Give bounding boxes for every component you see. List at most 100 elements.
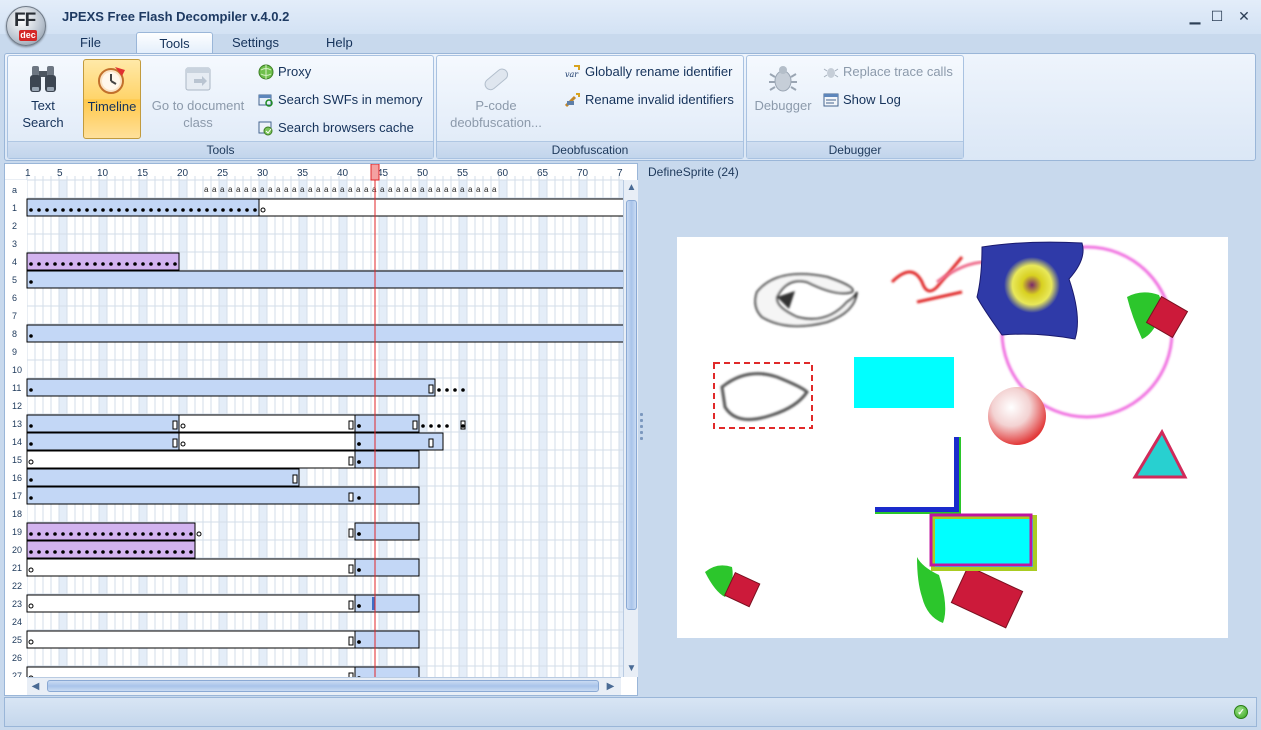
keyframe-dot	[445, 424, 449, 428]
debugger-button[interactable]: Debugger	[751, 59, 815, 139]
empty-span	[178, 414, 356, 433]
minimize-button[interactable]: ▁	[1187, 8, 1203, 24]
keyframe-dot	[173, 262, 177, 266]
action-marker: a	[292, 185, 297, 194]
sprite-stage[interactable]	[677, 237, 1228, 638]
vertical-scroll-thumb[interactable]	[626, 200, 637, 610]
ruler-column-shade	[539, 180, 547, 677]
sprite-canvas	[705, 241, 1189, 629]
browser-cache-icon	[258, 121, 273, 136]
timeline-button[interactable]: Timeline	[83, 59, 141, 139]
keyframe-dot	[357, 640, 361, 644]
keyframe-dot	[109, 532, 113, 536]
window-title: JPEXS Free Flash Decompiler v.4.0.2	[62, 9, 290, 24]
panel-splitter[interactable]	[638, 163, 646, 696]
tween-bar	[26, 486, 420, 505]
action-marker: a	[428, 185, 433, 194]
keyframe-dot	[125, 532, 129, 536]
action-marker: a	[332, 185, 337, 194]
keyframe-dot	[357, 496, 361, 500]
red-square-lower	[950, 565, 1024, 629]
text-search-button[interactable]: Text Search	[12, 59, 74, 139]
action-marker: a	[228, 185, 233, 194]
close-button[interactable]: ✕	[1236, 8, 1252, 24]
keyframe-dot	[101, 208, 105, 212]
search-cache-button[interactable]: Search browsers cache	[256, 118, 414, 138]
row-label: 21	[12, 563, 22, 573]
row-label: 10	[12, 365, 22, 375]
keyframe-dot	[141, 262, 145, 266]
action-marker: a	[460, 185, 465, 194]
empty-keyframe-dot	[28, 639, 34, 645]
keyframe-dot	[101, 262, 105, 266]
keyframe-dot	[85, 550, 89, 554]
pcode-deobfuscation-button[interactable]: P-code deobfuscation...	[441, 59, 551, 139]
keyframe-dot	[85, 532, 89, 536]
replace-trace-button[interactable]: Replace trace calls	[821, 62, 953, 82]
row-label: 5	[12, 275, 17, 285]
frame-end-marker	[348, 420, 354, 430]
timeline-horizontal-scrollbar[interactable]: ◀ ▶	[27, 677, 621, 695]
tab-tools[interactable]: Tools	[136, 32, 213, 54]
keyframe-dot	[357, 442, 361, 446]
keyframe-dot	[85, 208, 89, 212]
goto-document-class-button[interactable]: Go to document class	[148, 59, 248, 139]
replace-trace-label: Replace trace calls	[843, 64, 953, 79]
keyframe-dot	[173, 208, 177, 212]
keyframe-dot	[69, 262, 73, 266]
frame-end-marker	[348, 564, 354, 574]
scroll-right-arrow-icon[interactable]: ▶	[603, 679, 618, 694]
search-cache-label: Search browsers cache	[278, 120, 414, 135]
preview-panel	[646, 181, 1257, 696]
tab-help[interactable]: Help	[316, 32, 363, 54]
keyframe-dot	[181, 208, 185, 212]
proxy-button[interactable]: Proxy	[256, 62, 311, 82]
row-label: 12	[12, 401, 22, 411]
search-memory-button[interactable]: Search SWFs in memory	[256, 90, 422, 110]
keyframe-dot	[61, 532, 65, 536]
debugger-label: Debugger	[754, 98, 812, 113]
scroll-down-arrow-icon[interactable]: ▼	[624, 661, 639, 676]
keyframe-dot	[437, 388, 441, 392]
keyframe-dot	[453, 388, 457, 392]
timeline-vertical-scrollbar[interactable]: ▲ ▼	[623, 180, 638, 677]
row-label: 17	[12, 491, 22, 501]
keyframe-dot	[165, 262, 169, 266]
row-label: 13	[12, 419, 22, 429]
keyframe-dot	[61, 208, 65, 212]
keyframe-dot	[357, 568, 361, 572]
timeline-grid[interactable]: a123456789101112131415161718192021222324…	[5, 164, 623, 677]
rename-invalid-label: Rename invalid identifiers	[585, 92, 734, 107]
text-search-label-1: Text	[31, 98, 55, 113]
action-marker: a	[204, 185, 209, 194]
var-rename-icon: var	[565, 65, 580, 79]
tab-file[interactable]: File	[70, 32, 111, 54]
scroll-left-arrow-icon[interactable]: ◀	[28, 679, 43, 694]
horizontal-scroll-thumb[interactable]	[47, 680, 599, 692]
keyframe-dot	[69, 208, 73, 212]
keyframe-dot	[37, 208, 41, 212]
action-marker: a	[268, 185, 273, 194]
keyframe-dot	[357, 604, 361, 608]
keyframe-dot	[437, 424, 441, 428]
keyframe-dot	[29, 442, 33, 446]
frame-end-marker	[412, 420, 418, 430]
globally-rename-button[interactable]: var Globally rename identifier	[563, 62, 732, 82]
tab-settings[interactable]: Settings	[222, 32, 289, 54]
keyframe-dot	[101, 532, 105, 536]
rename-invalid-button[interactable]: Rename invalid identifiers	[563, 90, 734, 110]
empty-keyframe-dot	[180, 441, 186, 447]
blue-corner-shape	[875, 437, 960, 513]
scroll-up-arrow-icon[interactable]: ▲	[624, 180, 639, 195]
show-log-button[interactable]: Show Log	[821, 90, 901, 110]
splitter-grip-dot	[640, 425, 643, 428]
tween-bar	[354, 630, 420, 649]
maximize-button[interactable]: ☐	[1209, 8, 1225, 24]
keyframe-dot	[29, 478, 33, 482]
tween-bar	[26, 540, 196, 559]
keyframe-dot	[157, 208, 161, 212]
playhead-handle	[370, 164, 380, 181]
empty-keyframe-dot	[28, 567, 34, 573]
app-logo[interactable]: FF dec	[6, 6, 46, 46]
row-label: 3	[12, 239, 17, 249]
